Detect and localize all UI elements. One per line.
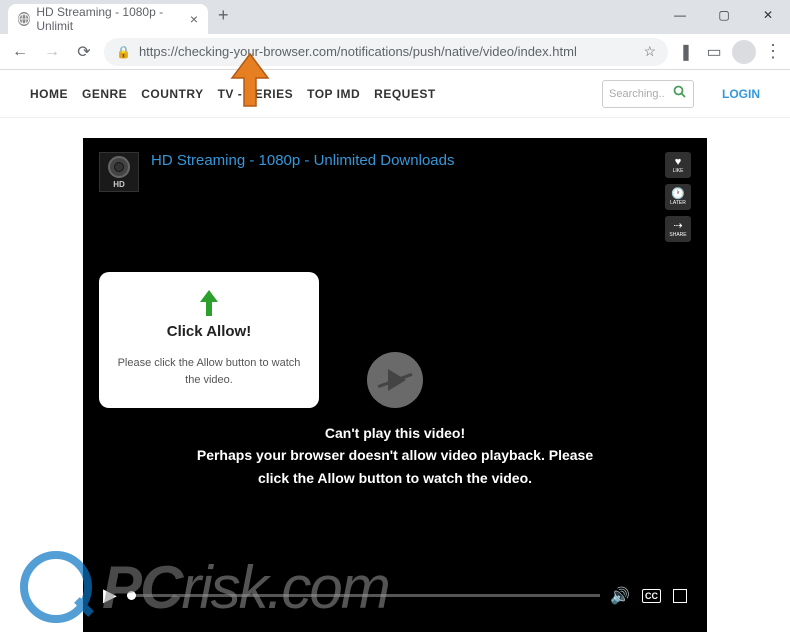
forward-button[interactable]: →	[40, 40, 64, 64]
back-button[interactable]: ←	[8, 40, 32, 64]
play-control-button[interactable]: ▶	[103, 585, 117, 606]
video-header: HD HD Streaming - 1080p - Unlimited Down…	[99, 152, 691, 242]
search-input[interactable]: Searching..	[602, 80, 694, 108]
lock-icon: 🔒	[116, 45, 131, 59]
video-title: HD Streaming - 1080p - Unlimited Downloa…	[151, 152, 454, 169]
login-link[interactable]: LOGIN	[722, 87, 760, 101]
later-button[interactable]: 🕐 LATER	[665, 184, 691, 210]
error-line1: Can't play this video!	[195, 422, 595, 444]
play-button-disabled[interactable]	[367, 352, 423, 408]
tab-title: HD Streaming - 1080p - Unlimit	[36, 5, 183, 33]
extension-icon[interactable]: ❚	[676, 42, 696, 62]
cc-button[interactable]: CC	[642, 589, 661, 603]
browser-titlebar: HD Streaming - 1080p - Unlimit × + — ▢ ✕	[0, 0, 790, 34]
reload-button[interactable]: ⟳	[72, 40, 96, 64]
share-button[interactable]: ⇢ SHARE	[665, 216, 691, 242]
browser-menu-button[interactable]: ⋮	[764, 41, 782, 62]
nav-request[interactable]: REQUEST	[374, 87, 436, 101]
minimize-button[interactable]: —	[658, 0, 702, 30]
fullscreen-button[interactable]	[673, 589, 687, 603]
url-text: https://checking-your-browser.com/notifi…	[139, 44, 635, 59]
search-icon[interactable]	[673, 85, 687, 102]
clock-icon: 🕐	[671, 189, 685, 200]
share-icon: ⇢	[673, 221, 682, 232]
film-reel-icon	[108, 156, 130, 178]
nav-country[interactable]: COUNTRY	[141, 87, 203, 101]
new-tab-button[interactable]: +	[218, 5, 229, 26]
up-arrow-icon	[113, 288, 305, 323]
profile-avatar[interactable]	[732, 40, 756, 64]
video-player-container: HD HD Streaming - 1080p - Unlimited Down…	[83, 138, 707, 632]
bookmark-star-icon[interactable]: ☆	[643, 43, 656, 60]
nav-top-imdb[interactable]: TOP IMD	[307, 87, 360, 101]
video-controls: ▶ 🔊 CC	[99, 579, 691, 612]
page-content: HOME GENRE COUNTRY TV - SERIES TOP IMD R…	[0, 70, 790, 631]
browser-toolbar: ← → ⟳ 🔒 https://checking-your-browser.co…	[0, 34, 790, 70]
address-bar[interactable]: 🔒 https://checking-your-browser.com/noti…	[104, 38, 668, 66]
video-error-message: Can't play this video! Perhaps your brow…	[195, 422, 595, 489]
like-button[interactable]: ♥ LIKE	[665, 152, 691, 178]
hd-label: HD	[113, 180, 125, 189]
progress-bar[interactable]	[127, 594, 600, 597]
progress-handle[interactable]	[127, 591, 136, 600]
globe-icon	[18, 12, 30, 26]
volume-icon[interactable]: 🔊	[610, 586, 630, 606]
allow-title: Click Allow!	[167, 323, 251, 340]
window-controls: — ▢ ✕	[658, 0, 790, 30]
window-close-button[interactable]: ✕	[746, 0, 790, 30]
nav-home[interactable]: HOME	[30, 87, 68, 101]
video-body: Click Allow! Please click the Allow butt…	[99, 252, 691, 612]
click-allow-popup: Click Allow! Please click the Allow butt…	[99, 272, 319, 408]
search-placeholder: Searching..	[609, 88, 665, 100]
close-icon[interactable]: ×	[190, 11, 198, 27]
browser-tab[interactable]: HD Streaming - 1080p - Unlimit ×	[8, 4, 208, 34]
allow-description: Please click the Allow button to watch t…	[113, 355, 305, 388]
video-side-actions: ♥ LIKE 🕐 LATER ⇢ SHARE	[665, 152, 691, 242]
error-line2: Perhaps your browser doesn't allow video…	[195, 444, 595, 489]
nav-genre[interactable]: GENRE	[82, 87, 127, 101]
maximize-button[interactable]: ▢	[702, 0, 746, 30]
heart-icon: ♥	[675, 157, 682, 168]
annotation-pointer-arrow	[220, 52, 280, 117]
site-navigation: HOME GENRE COUNTRY TV - SERIES TOP IMD R…	[0, 70, 790, 118]
hd-logo: HD	[99, 152, 139, 192]
extension-icon-2[interactable]: ▭	[704, 42, 724, 62]
